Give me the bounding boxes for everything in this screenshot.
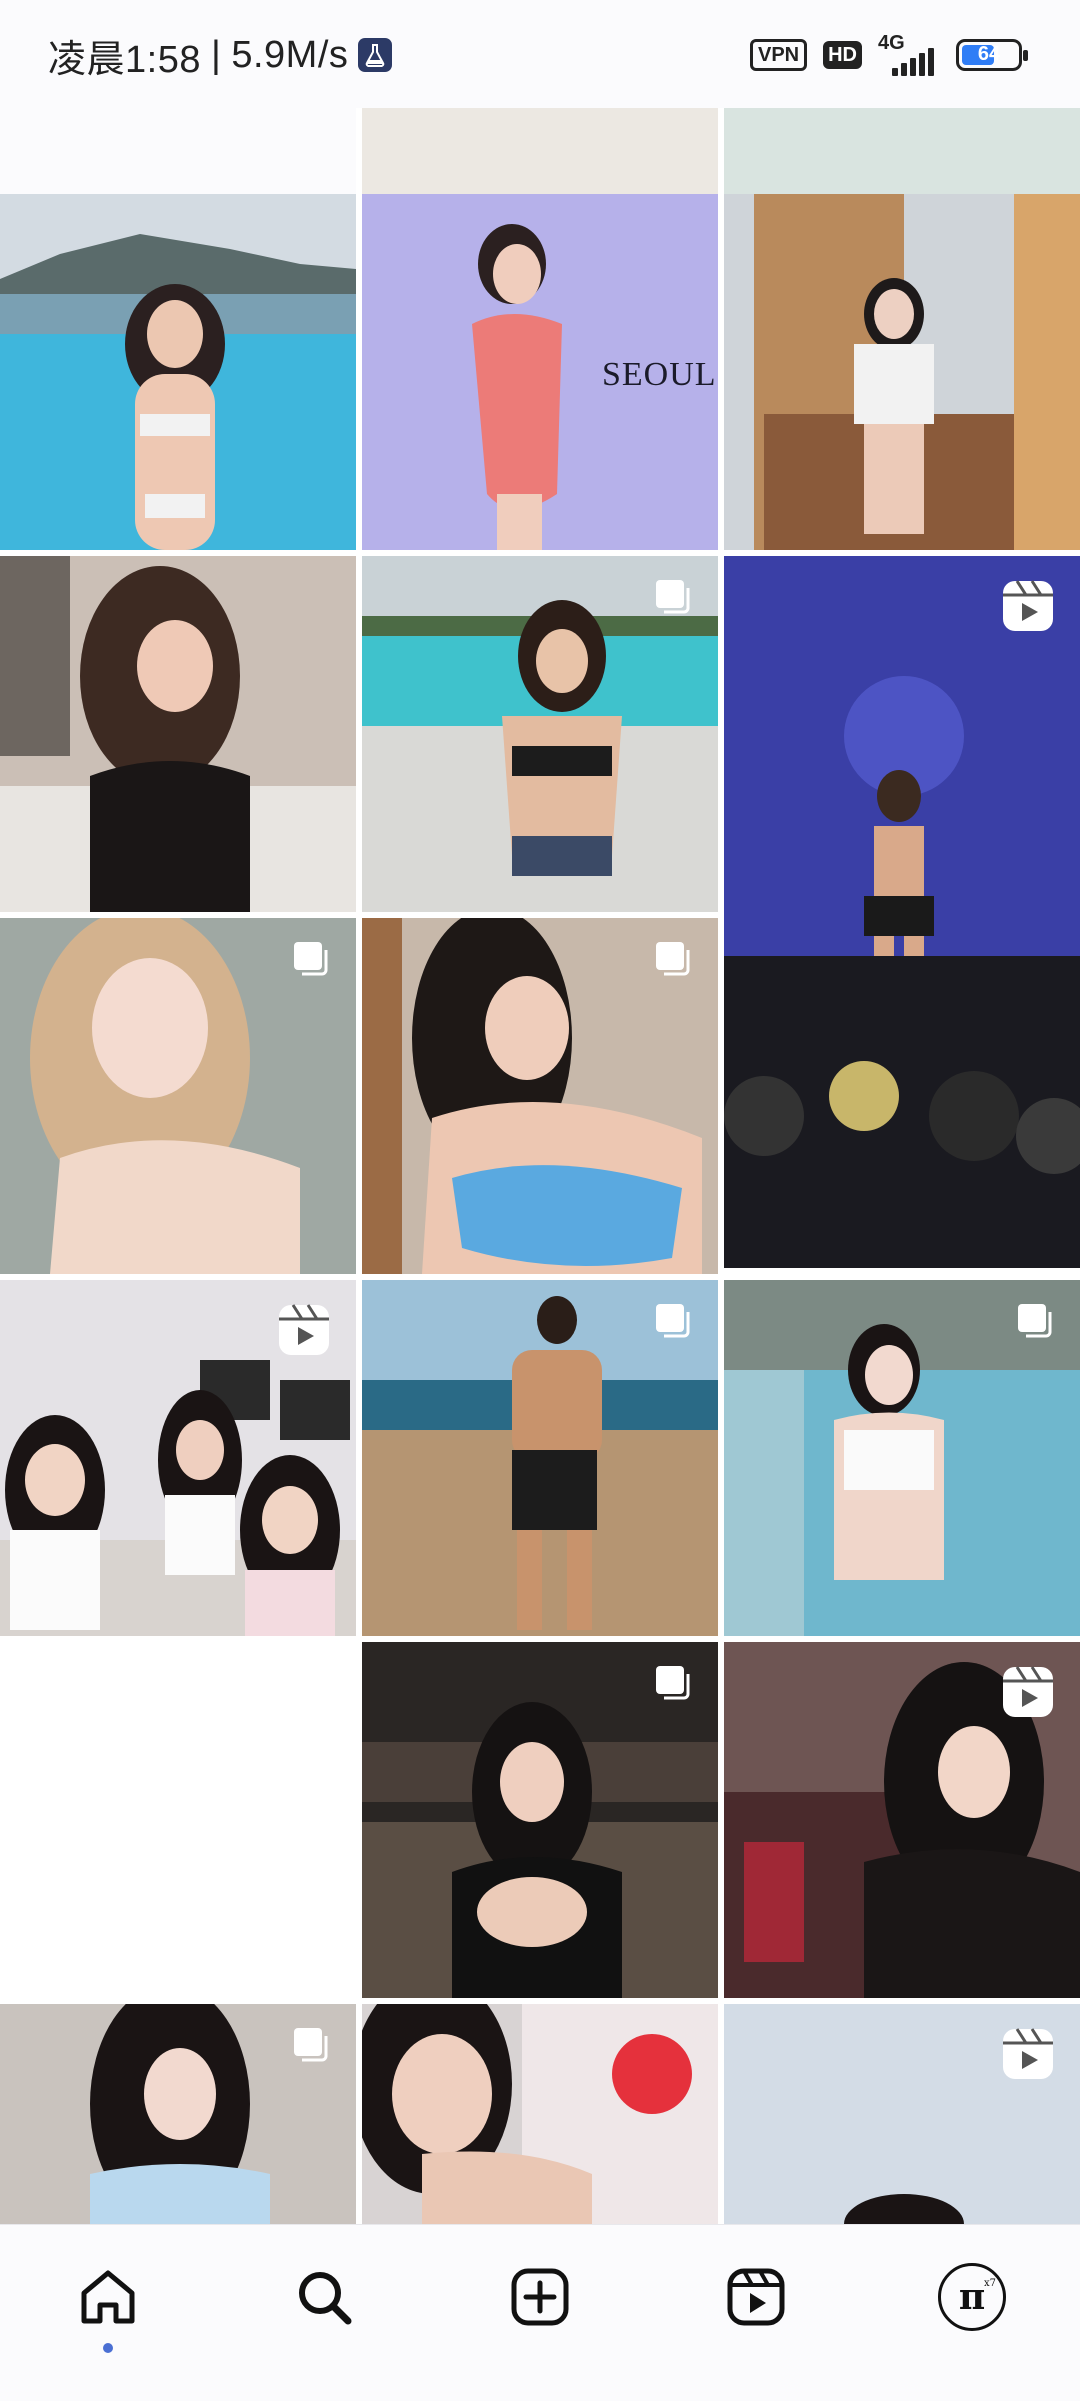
status-right: VPN HD 4G 64 <box>749 32 1028 76</box>
photo-overlay-text: SEOUL <box>602 356 717 393</box>
multiple-photos-icon <box>1018 1304 1052 1338</box>
reels-icon <box>1003 580 1053 631</box>
grid-tile-tall[interactable] <box>724 556 1080 1268</box>
grid-tile[interactable] <box>0 556 356 912</box>
network-speed: 5.9M/s <box>231 33 349 76</box>
explore-grid[interactable]: SEOUL <box>0 108 1080 2224</box>
grid-tile[interactable] <box>724 1280 1080 1636</box>
grid-tile[interactable] <box>0 1280 356 1636</box>
hd-indicator: HD <box>823 41 862 69</box>
search-icon <box>299 2272 352 2325</box>
home-icon <box>81 2270 135 2324</box>
multiple-photos-icon <box>656 1304 690 1338</box>
multiple-photos-icon <box>656 1666 690 1700</box>
photo-thumbnail <box>724 556 1080 1268</box>
grid-tile[interactable] <box>362 1280 718 1636</box>
signal-strength: 4G <box>878 32 940 76</box>
status-time: 凌晨1:58 <box>48 38 201 81</box>
battery-level: 64 <box>977 43 1001 65</box>
nav-home[interactable] <box>38 2237 178 2357</box>
photo-thumbnail <box>362 2004 718 2224</box>
profile-glyph: π <box>958 2276 986 2318</box>
multiple-photos-icon <box>656 580 690 614</box>
grid-tile-empty <box>0 1642 356 1998</box>
nav-search[interactable] <box>254 2237 394 2357</box>
photo-thumbnail <box>0 194 356 550</box>
grid-tile[interactable] <box>724 1642 1080 1998</box>
nav-create[interactable] <box>470 2237 610 2357</box>
nav-profile[interactable]: π x7 <box>902 2237 1042 2357</box>
battery-icon: 64 <box>956 39 1028 71</box>
grid-tile[interactable] <box>362 2004 718 2224</box>
reels-icon <box>727 2268 785 2326</box>
nav-reels[interactable] <box>686 2237 826 2357</box>
grid-tile[interactable] <box>362 556 718 912</box>
status-left: 凌晨1:58 | 5.9M/s <box>48 30 393 81</box>
grid-tile[interactable] <box>724 2004 1080 2224</box>
grid-tile[interactable] <box>362 918 718 1274</box>
status-separator: | <box>210 33 222 76</box>
profile-superscript: x7 <box>983 2278 996 2289</box>
multiple-photos-icon <box>294 2028 328 2062</box>
grid-tile[interactable]: SEOUL <box>362 194 718 550</box>
add-square-icon <box>511 2268 569 2326</box>
vpn-indicator: VPN <box>749 39 808 71</box>
reels-icon <box>279 1304 329 1355</box>
reels-icon <box>1003 1666 1053 1717</box>
grid-tile[interactable] <box>362 1642 718 1998</box>
grid-tile[interactable] <box>0 918 356 1274</box>
signal-bars-icon <box>892 48 934 76</box>
photo-thumbnail <box>0 556 356 912</box>
photo-thumbnail <box>724 194 1080 550</box>
bottom-navigation: π x7 <box>0 2224 1080 2401</box>
grid-tile[interactable] <box>724 194 1080 550</box>
grid-tile[interactable] <box>0 2004 356 2224</box>
grid-tile[interactable] <box>0 194 356 550</box>
flask-icon <box>358 38 393 72</box>
profile-avatar-icon: π x7 <box>938 2263 1006 2331</box>
status-bar: 凌晨1:58 | 5.9M/s VPN HD 4G 64 <box>0 0 1080 108</box>
multiple-photos-icon <box>294 942 328 976</box>
reels-icon <box>1003 2028 1053 2079</box>
active-indicator <box>103 2343 113 2353</box>
multiple-photos-icon <box>656 942 690 976</box>
